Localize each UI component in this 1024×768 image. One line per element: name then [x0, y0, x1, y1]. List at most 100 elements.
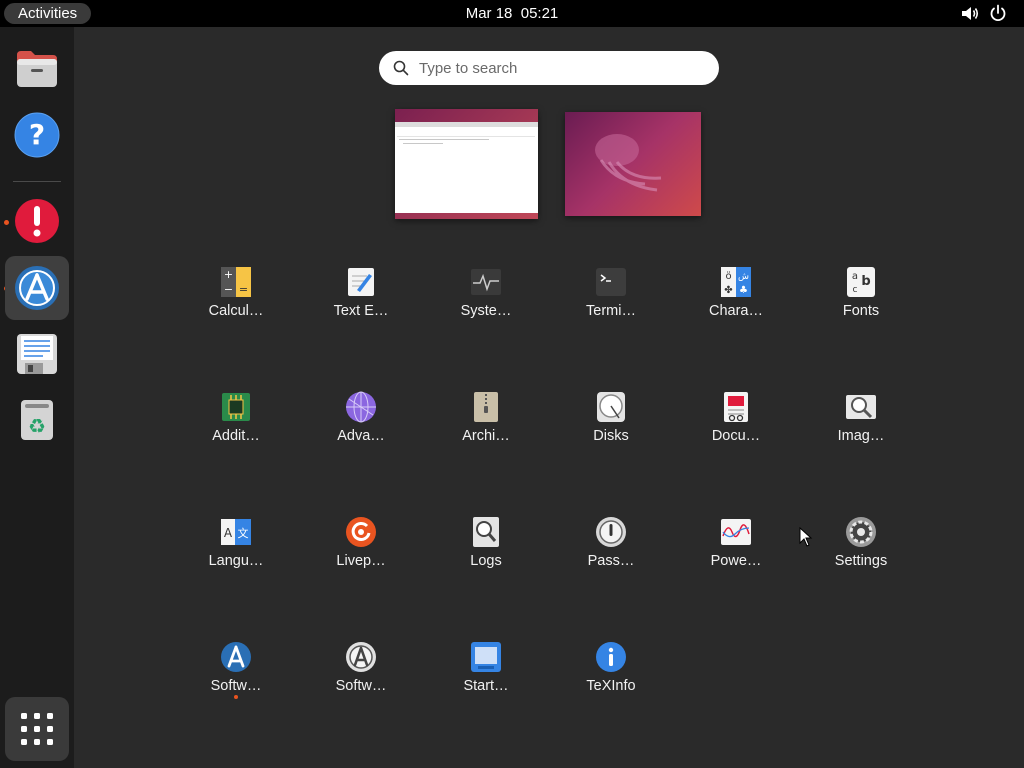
- help-icon: ?: [14, 112, 60, 158]
- power-statistics-icon: [721, 519, 751, 545]
- app-label: Livep…: [336, 553, 386, 569]
- logs-icon: [473, 517, 499, 547]
- app-system-monitor[interactable]: Syste…: [431, 266, 541, 346]
- text-editor-icon: [348, 268, 374, 296]
- terminal-icon: [596, 268, 626, 296]
- workspace-1[interactable]: [395, 109, 538, 219]
- app-document-viewer[interactable]: Docu…: [681, 391, 791, 471]
- settings-icon: [846, 517, 876, 547]
- svg-text:c: c: [853, 285, 858, 295]
- app-label: Logs: [470, 553, 502, 569]
- app-label: Settings: [834, 553, 888, 569]
- show-apps-button[interactable]: [5, 697, 69, 761]
- svg-text:a: a: [852, 271, 858, 282]
- dock-item-files[interactable]: [5, 37, 69, 101]
- app-text-editor[interactable]: Text E…: [306, 266, 416, 346]
- clock: Mar 18 05:21: [0, 0, 1024, 27]
- app-power-statistics[interactable]: Powe…: [681, 516, 791, 596]
- app-label: Softw…: [335, 678, 387, 694]
- svg-text:文: 文: [238, 526, 249, 540]
- svg-text:+: +: [224, 268, 233, 281]
- app-settings[interactable]: Settings: [806, 516, 916, 596]
- window-text-line: [399, 139, 489, 140]
- app-characters[interactable]: ö ✤ ش ♣ Chara…: [681, 266, 791, 346]
- activities-button[interactable]: Activities: [4, 3, 92, 24]
- app-label: Disks: [593, 428, 629, 444]
- app-label: Text E…: [333, 303, 389, 319]
- app-disks[interactable]: Disks: [556, 391, 666, 471]
- dock-item-trash[interactable]: ♻: [5, 388, 69, 452]
- app-texinfo[interactable]: TeXInfo: [556, 641, 666, 721]
- additional-drivers-icon: [222, 393, 250, 421]
- dock-item-update-notifier[interactable]: [5, 189, 69, 253]
- app-software-updater[interactable]: Softw…: [306, 641, 416, 721]
- svg-text:♣: ♣: [739, 285, 748, 296]
- passwords-icon: [596, 517, 626, 547]
- grid-icon: [21, 713, 53, 745]
- fonts-icon: a b c: [847, 267, 875, 297]
- app-advanced-network[interactable]: Adva…: [306, 391, 416, 471]
- archive-manager-icon: [474, 392, 498, 422]
- window-titlebar: [395, 122, 538, 127]
- dock-item-help[interactable]: ?: [5, 103, 69, 167]
- startup-disk-icon: [471, 642, 501, 672]
- app-label: Fonts: [842, 303, 880, 319]
- document-viewer-icon: [724, 392, 748, 422]
- app-label: Pass…: [587, 553, 635, 569]
- app-label: Langu…: [208, 553, 264, 569]
- search-icon: [393, 60, 409, 76]
- app-label: Powe…: [710, 553, 762, 569]
- info-icon: [596, 642, 626, 672]
- svg-text:♻: ♻: [28, 414, 46, 438]
- dock-separator: [13, 181, 61, 182]
- app-terminal[interactable]: Termi…: [556, 266, 666, 346]
- calculator-icon: + − =: [221, 267, 251, 297]
- app-label: Chara…: [709, 303, 763, 319]
- svg-text:b: b: [861, 274, 870, 289]
- language-icon: A 文: [221, 519, 251, 545]
- power-icon[interactable]: [988, 4, 1008, 23]
- app-label: Start…: [463, 678, 509, 694]
- app-livepatch[interactable]: Livep…: [306, 516, 416, 596]
- search-box[interactable]: [379, 51, 719, 85]
- top-bar: Activities Mar 18 05:21: [0, 0, 1024, 27]
- app-calculator[interactable]: + − = Calcul…: [181, 266, 291, 346]
- app-label: Docu…: [711, 428, 761, 444]
- search-input[interactable]: [419, 51, 709, 85]
- window-thumbnail[interactable]: [395, 122, 538, 213]
- svg-text:✤: ✤: [724, 285, 732, 296]
- app-label: TeXInfo: [586, 678, 636, 694]
- svg-text:?: ?: [29, 118, 45, 151]
- app-language-support[interactable]: A 文 Langu…: [181, 516, 291, 596]
- svg-text:=: =: [239, 283, 248, 296]
- svg-text:ö: ö: [725, 271, 731, 282]
- app-additional-drivers[interactable]: Addit…: [181, 391, 291, 471]
- software-icon: [221, 642, 251, 672]
- volume-icon[interactable]: [960, 5, 980, 22]
- app-archive-manager[interactable]: Archi…: [431, 391, 541, 471]
- app-logs[interactable]: Logs: [431, 516, 541, 596]
- app-startup-disk-creator[interactable]: Start…: [431, 641, 541, 721]
- app-image-viewer[interactable]: Imag…: [806, 391, 916, 471]
- floppy-document-icon: [17, 334, 57, 374]
- disks-icon: [597, 392, 625, 422]
- running-indicator: [234, 695, 238, 699]
- dock-item-software[interactable]: [5, 256, 69, 320]
- livepatch-icon: [346, 517, 376, 547]
- app-label: Archi…: [462, 428, 510, 444]
- clock-label[interactable]: Mar 18 05:21: [466, 5, 559, 22]
- app-label: Calcul…: [208, 303, 264, 319]
- app-label: Termi…: [586, 303, 636, 319]
- svg-text:−: −: [224, 283, 233, 296]
- window-toolbar: [397, 130, 535, 137]
- system-monitor-icon: [471, 269, 501, 295]
- dock-item-save-document[interactable]: [5, 322, 69, 386]
- workspace-2[interactable]: [565, 112, 701, 216]
- app-fonts[interactable]: a b c Fonts: [806, 266, 916, 346]
- dock: ? ♻: [0, 27, 74, 768]
- app-label: Adva…: [337, 428, 385, 444]
- trash-icon: ♻: [21, 400, 53, 440]
- app-software[interactable]: Softw…: [181, 641, 291, 721]
- app-passwords[interactable]: Pass…: [556, 516, 666, 596]
- mouse-cursor-icon: [799, 527, 813, 547]
